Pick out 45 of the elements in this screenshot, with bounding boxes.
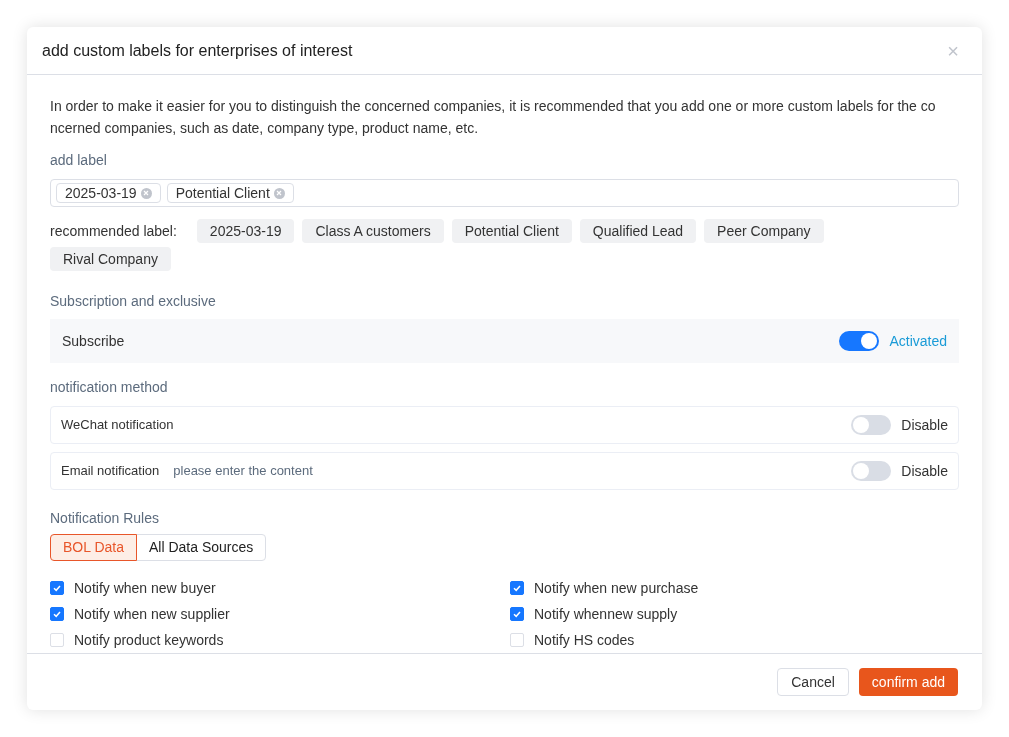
section-heading: notification method: [50, 378, 169, 397]
status-text: Activated: [889, 331, 947, 351]
remove-icon[interactable]: [140, 187, 152, 199]
toggle-switch[interactable]: [851, 461, 892, 481]
section-heading: Notification Rules: [50, 509, 160, 528]
check-icon: [52, 609, 62, 619]
email-input-field[interactable]: please enter the content: [173, 461, 474, 481]
status-text: Disable: [901, 461, 948, 481]
recommended-tag[interactable]: Potential Client: [451, 219, 572, 243]
check-icon: [52, 583, 62, 593]
checkbox-label: Notify when new buyer: [74, 578, 216, 598]
checkbox[interactable]: [50, 581, 64, 595]
recommended-tag[interactable]: 2025-03-19: [196, 219, 295, 243]
recommended-tag[interactable]: Class A customers: [302, 219, 444, 243]
label-tag: 2025-03-19: [56, 183, 161, 203]
notification-label: Email notification: [61, 462, 160, 481]
recommended-label-text: recommended label:: [50, 221, 177, 241]
section-heading: Subscription and exclusive: [50, 292, 217, 311]
label-input-field[interactable]: 2025-03-19 Potential Client: [50, 179, 959, 207]
checkbox-label: Notify whennew supply: [534, 604, 678, 624]
checkbox-label: Notify when new purchase: [534, 578, 699, 598]
subscribe-label: Subscribe: [62, 331, 125, 351]
checkbox[interactable]: [510, 607, 524, 621]
recommended-tag[interactable]: Peer Company: [704, 219, 824, 243]
dialog-title: add custom labels for enterprises of interest: [42, 40, 353, 61]
check-icon: [512, 609, 522, 619]
label-tag: Potential Client: [166, 183, 294, 203]
rule-tab[interactable]: All Data Sources: [135, 534, 267, 561]
checkbox-label: Notify when new supplier: [74, 604, 230, 624]
toggle-switch[interactable]: [839, 331, 880, 351]
section-heading: add label: [50, 151, 108, 170]
recommended-tag[interactable]: Qualified Lead: [579, 219, 697, 243]
checkbox-label: Notify product keywords: [74, 630, 224, 650]
confirm-button[interactable]: confirm add: [858, 668, 958, 696]
cancel-button[interactable]: Cancel: [777, 668, 849, 696]
check-icon: [512, 583, 522, 593]
intro-text: In order to make it easier for you to distinguish the concerned companies, it is recommended that you add one or more custom labels for the concerned companies, such as date, company type, product name, etc.: [50, 97, 937, 138]
remove-icon[interactable]: [273, 187, 285, 199]
checkbox-label: Notify HS codes: [534, 630, 635, 650]
notification-label: WeChat notification: [61, 416, 174, 435]
recommended-tag[interactable]: Rival Company: [50, 247, 171, 271]
status-text: Disable: [901, 415, 948, 435]
toggle-switch[interactable]: [851, 415, 892, 435]
checkbox[interactable]: [510, 581, 524, 595]
checkbox[interactable]: [50, 607, 64, 621]
